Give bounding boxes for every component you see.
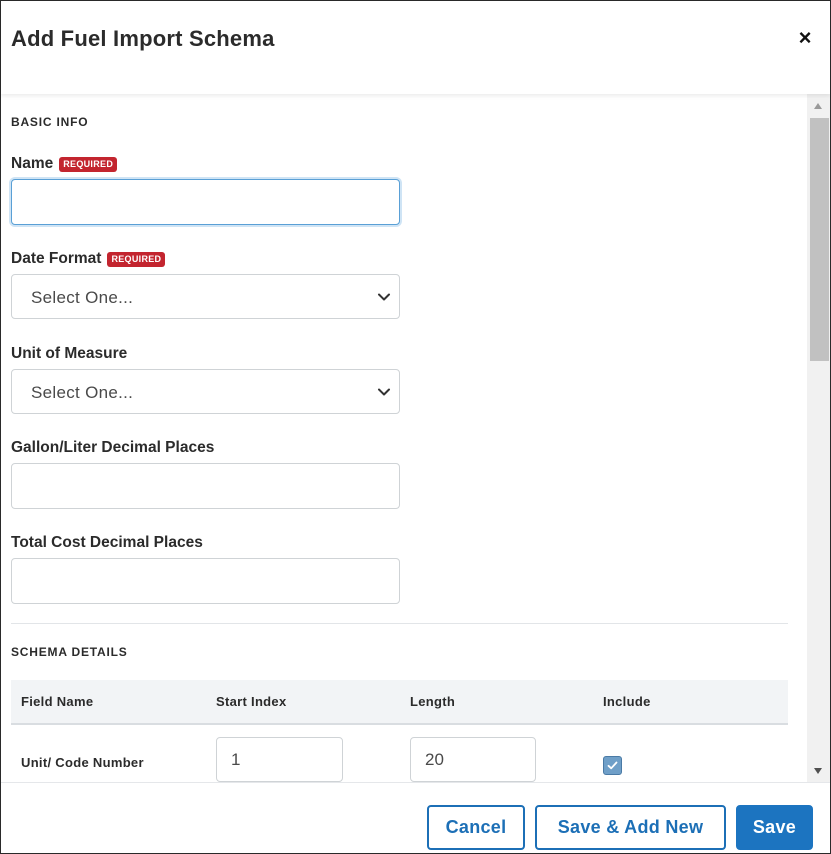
column-include: Include xyxy=(603,694,651,709)
add-fuel-import-schema-modal: Add Fuel Import Schema × BASIC INFO Name… xyxy=(0,0,831,854)
cancel-button[interactable]: Cancel xyxy=(427,805,525,850)
total-cost-decimal-input[interactable] xyxy=(11,558,400,604)
basic-info-heading: BASIC INFO xyxy=(11,115,89,129)
length-input[interactable]: 20 xyxy=(410,737,536,782)
modal-title: Add Fuel Import Schema xyxy=(11,26,275,51)
modal-footer: Cancel Save & Add New Save xyxy=(1,782,830,853)
include-checkbox[interactable] xyxy=(603,756,622,775)
close-icon[interactable]: × xyxy=(795,27,815,49)
save-button[interactable]: Save xyxy=(736,805,813,850)
required-badge: REQUIRED xyxy=(59,156,118,172)
name-input[interactable] xyxy=(11,179,400,225)
field-name-cell: Unit/ Code Number xyxy=(21,755,144,770)
scroll-up-arrow-icon[interactable] xyxy=(814,103,822,109)
column-start-index: Start Index xyxy=(216,694,287,709)
vertical-scrollbar[interactable] xyxy=(807,94,830,782)
scroll-thumb[interactable] xyxy=(810,118,829,361)
chevron-down-icon xyxy=(378,388,390,396)
save-add-new-button[interactable]: Save & Add New xyxy=(535,805,726,850)
modal-body: BASIC INFO Name REQUIRED Date Format REQ… xyxy=(1,94,807,782)
section-divider xyxy=(11,623,788,624)
schema-details-heading: SCHEMA DETAILS xyxy=(11,645,128,659)
scroll-down-arrow-icon[interactable] xyxy=(814,768,822,774)
unit-of-measure-selected: Select One... xyxy=(31,383,134,402)
length-value: 20 xyxy=(425,750,444,769)
checkmark-icon xyxy=(607,761,618,770)
chevron-down-icon xyxy=(378,293,390,301)
gallon-liter-decimal-label: Gallon/Liter Decimal Places xyxy=(11,439,215,456)
date-format-select[interactable]: Select One... xyxy=(11,274,400,319)
name-label: Name REQUIRED xyxy=(11,155,118,173)
start-index-value: 1 xyxy=(231,750,241,769)
gallon-liter-decimal-input[interactable] xyxy=(11,463,400,509)
date-format-label: Date Format REQUIRED xyxy=(11,250,166,268)
column-field-name: Field Name xyxy=(21,694,94,709)
unit-of-measure-label: Unit of Measure xyxy=(11,345,128,362)
unit-of-measure-select[interactable]: Select One... xyxy=(11,369,400,414)
date-format-selected: Select One... xyxy=(31,288,134,307)
schema-table-header: Field Name Start Index Length Include xyxy=(11,680,788,725)
required-badge: REQUIRED xyxy=(107,251,166,267)
total-cost-decimal-label: Total Cost Decimal Places xyxy=(11,534,203,551)
modal-header: Add Fuel Import Schema × xyxy=(1,1,830,94)
column-length: Length xyxy=(410,694,456,709)
date-format-label-text: Date Format xyxy=(11,250,102,267)
start-index-input[interactable]: 1 xyxy=(216,737,343,782)
name-label-text: Name xyxy=(11,155,54,172)
